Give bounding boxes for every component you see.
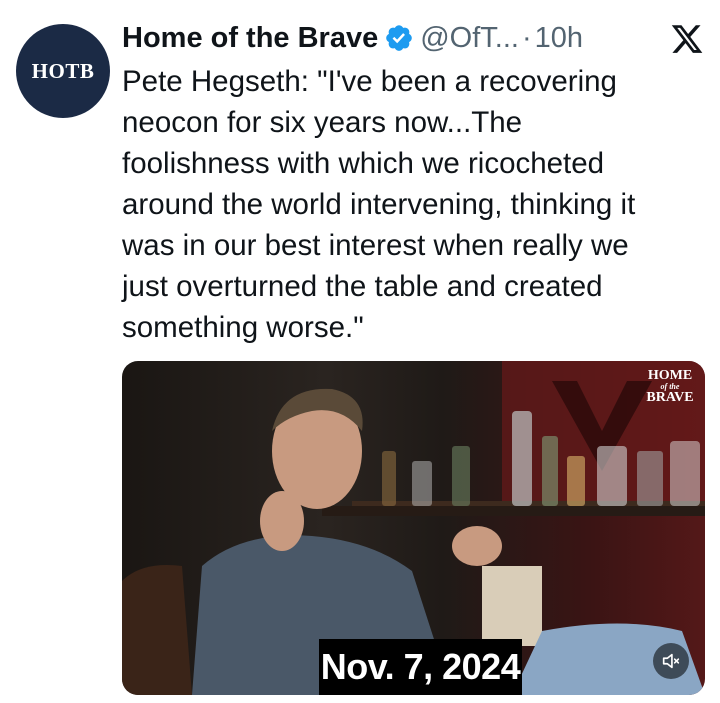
watermark-logo: HOME of the BRAVE <box>641 369 699 405</box>
mute-button[interactable] <box>653 643 689 679</box>
speaker-muted-icon <box>662 653 680 669</box>
x-logo-icon <box>671 25 703 53</box>
date-caption: Nov. 7, 2024 <box>319 639 522 695</box>
separator-dot: · <box>521 21 532 54</box>
avatar-text: HOTB <box>31 58 95 83</box>
watermark-line1: HOME <box>647 368 693 383</box>
author-handle[interactable]: @OfT... <box>420 22 519 55</box>
watermark-line3: BRAVE <box>646 390 694 405</box>
avatar[interactable]: HOTB <box>16 24 110 118</box>
video-media[interactable]: HOME of the BRAVE Nov. 7, 2024 <box>122 361 705 695</box>
tweet-header: Home of the Brave @OfT... · 10h <box>122 16 700 60</box>
tweet-text: Pete Hegseth: "I've been a recovering ne… <box>122 65 636 344</box>
verified-badge-icon <box>386 25 413 51</box>
author-name[interactable]: Home of the Brave <box>122 22 378 55</box>
timestamp[interactable]: 10h <box>535 22 583 55</box>
